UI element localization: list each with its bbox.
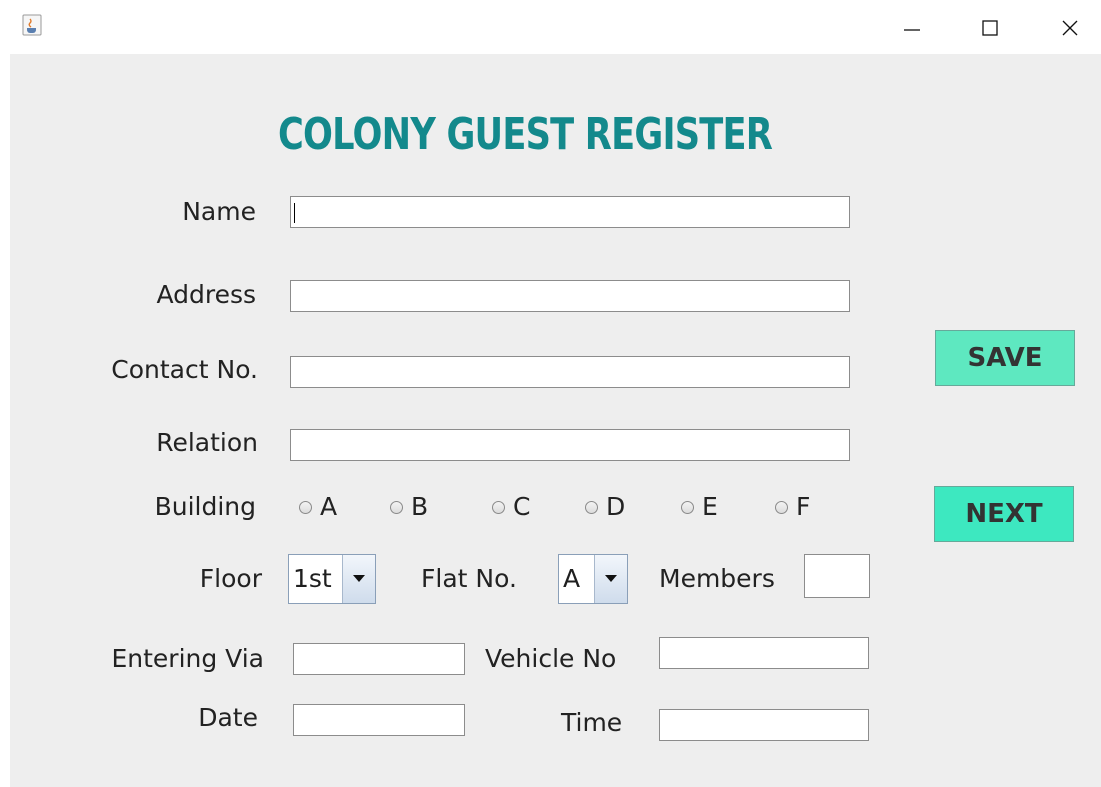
title-bar [0,0,1101,54]
radio-circle [681,500,694,514]
contact-field[interactable] [290,356,850,388]
save-button[interactable]: SAVE [935,330,1075,386]
date-field[interactable] [293,704,465,736]
floor-dropdown[interactable]: 1st [288,554,376,604]
building-radio-f[interactable]: F [775,491,810,523]
flat-label: Flat No. [421,564,517,593]
radio-label: F [796,492,811,521]
radio-circle [299,500,312,514]
date-label: Date [198,703,258,732]
building-radio-a[interactable]: A [299,491,337,523]
radio-circle [585,500,598,514]
building-radio-c[interactable]: C [492,491,530,523]
radio-circle [492,500,505,514]
next-button[interactable]: NEXT [934,486,1074,542]
entering-via-field[interactable] [293,643,465,675]
floor-selected-value: 1st [289,555,343,603]
relation-label: Relation [156,428,258,457]
radio-circle [775,500,788,514]
chevron-down-icon [343,555,375,603]
chevron-down-icon [595,555,627,603]
vehicle-field[interactable] [659,637,869,669]
building-radio-b[interactable]: B [390,491,428,523]
close-button[interactable] [1050,10,1090,46]
maximize-button[interactable] [970,10,1010,46]
radio-label: B [411,492,429,521]
building-label: Building [154,492,256,521]
radio-circle [390,500,403,514]
building-radio-e[interactable]: E [681,491,718,523]
radio-label: C [513,492,531,521]
page-title: COLONY GUEST REGISTER [278,109,773,160]
radio-label: E [702,492,718,521]
building-radio-d[interactable]: D [585,491,625,523]
radio-label: A [320,492,338,521]
time-label: Time [561,708,623,737]
contact-label: Contact No. [111,355,258,384]
members-label: Members [659,564,775,593]
minimize-button[interactable] [892,10,932,46]
vehicle-label: Vehicle No [485,644,617,673]
members-field[interactable] [804,554,870,598]
relation-field[interactable] [290,429,850,461]
entering-via-label: Entering Via [111,644,264,673]
flat-selected-value: A [559,555,595,603]
java-cup-icon [22,14,42,36]
floor-label: Floor [199,564,262,593]
address-field[interactable] [290,280,850,312]
name-field[interactable] [290,196,850,228]
time-field[interactable] [659,709,869,741]
radio-label: D [606,492,626,521]
address-label: Address [156,280,256,309]
flat-dropdown[interactable]: A [558,554,628,604]
name-label: Name [182,197,256,226]
text-caret [294,203,295,223]
